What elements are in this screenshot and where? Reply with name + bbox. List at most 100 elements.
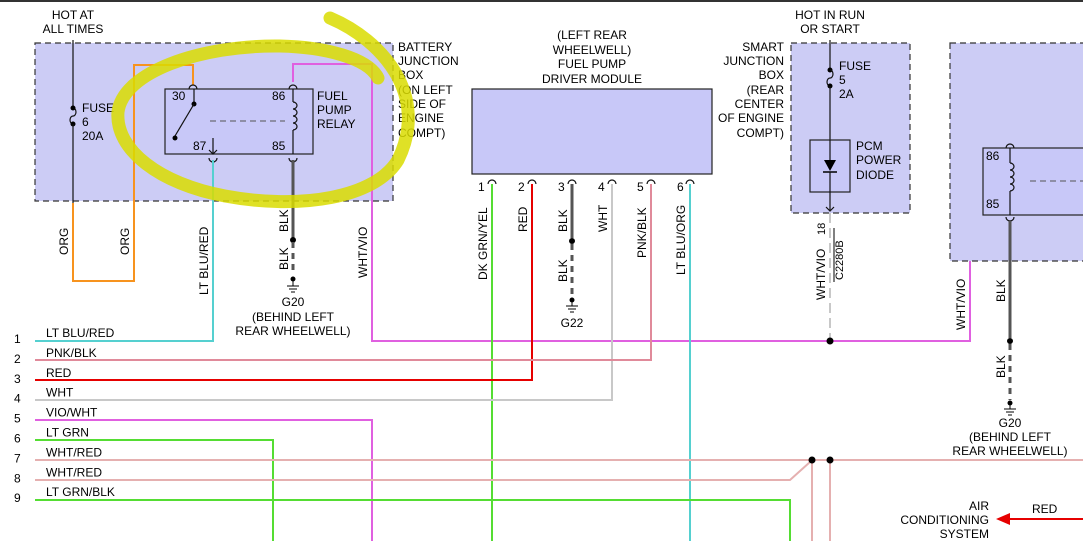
wht-label: WHT xyxy=(596,204,610,232)
svg-text:5: 5 xyxy=(839,73,846,87)
ground-g20-left xyxy=(287,276,299,293)
wht-red-wire-8 xyxy=(35,461,811,481)
relay-pin-87: 87 xyxy=(193,139,207,153)
svg-text:HOT IN RUN: HOT IN RUN xyxy=(795,8,865,22)
harness-line-number: 3 xyxy=(14,372,21,386)
right-blk-label-bottom: BLK xyxy=(994,355,1008,378)
ground-g22 xyxy=(566,297,578,313)
harness-line-name: WHT/RED xyxy=(46,465,102,479)
wht-vio-splice xyxy=(826,337,834,345)
svg-text:BOX: BOX xyxy=(759,68,784,82)
svg-text:OR START: OR START xyxy=(800,22,860,36)
harness-line-name: LT BLU/RED xyxy=(46,326,115,340)
relay-blk-label-bottom: BLK xyxy=(277,247,291,270)
harness-line-name: WHT/RED xyxy=(46,445,102,459)
relay-switch-contact xyxy=(172,135,178,141)
relay-pin-30: 30 xyxy=(172,89,186,103)
harness-line-name: WHT xyxy=(46,386,74,400)
svg-text:POWER: POWER xyxy=(856,153,902,167)
right-blk-splice xyxy=(1007,338,1013,344)
wht-vio-label-left: WHT/VIO xyxy=(356,227,370,278)
svg-text:SMART: SMART xyxy=(742,40,784,54)
harness-line-number: 5 xyxy=(14,412,21,426)
lt-blu-org-label: LT BLU/ORG xyxy=(674,205,688,275)
svg-text:AIR: AIR xyxy=(969,499,989,513)
svg-text:PUMP: PUMP xyxy=(317,103,352,117)
svg-text:6: 6 xyxy=(677,180,684,194)
harness-legend: 1 LT BLU/RED 2 PNK/BLK 3 RED 4 WHT 5 VIO/WHT 6 LT G… xyxy=(14,326,115,505)
wht-red-splice-2 xyxy=(826,456,834,464)
org-label-left: ORG xyxy=(57,228,71,255)
harness-line-number: 2 xyxy=(14,352,21,366)
svg-text:FUEL: FUEL xyxy=(317,89,348,103)
svg-text:3: 3 xyxy=(558,180,565,194)
harness-line-number: 1 xyxy=(14,332,21,346)
wht-red-splice-1 xyxy=(808,456,816,464)
relay-pin-85: 85 xyxy=(272,139,286,153)
pin18-label: 18 xyxy=(816,223,828,235)
relay-blk-label-top: BLK xyxy=(277,209,291,232)
fuel-pump-wiring-diagram: HOT AT ALL TIMES BATTERY JUNCTION BOX (O… xyxy=(0,0,1083,541)
right-blk-label-top: BLK xyxy=(994,279,1008,302)
hot-in-run-label: HOT IN RUN OR START xyxy=(795,8,865,36)
harness-line-number: 8 xyxy=(14,471,21,485)
fpdm-title: (LEFT REAR WHEELWELL) FUEL PUMP DRIVER M… xyxy=(542,28,642,86)
dk-grn-yel-label: DK GRN/YEL xyxy=(476,207,490,280)
fuse6-top-node xyxy=(70,105,76,111)
harness-line-name: VIO/WHT xyxy=(46,406,98,420)
connector-label: C2280B xyxy=(834,240,846,280)
harness-line-number: 6 xyxy=(14,432,21,446)
svg-text:2: 2 xyxy=(518,180,525,194)
wht-vio-label-right: WHT/VIO xyxy=(954,279,968,330)
harness-line-name: LT GRN/BLK xyxy=(46,485,115,499)
svg-text:JUNCTION: JUNCTION xyxy=(723,54,784,68)
svg-text:(REAR: (REAR xyxy=(747,83,785,97)
g22-blk-label: BLK xyxy=(556,259,570,282)
hot-at-all-times-label: HOT AT ALL TIMES xyxy=(43,8,104,36)
g20-label-left: G20 xyxy=(282,295,305,309)
svg-text:5: 5 xyxy=(637,180,644,194)
svg-text:ALL TIMES: ALL TIMES xyxy=(43,22,104,36)
right-relay-pin-85: 85 xyxy=(986,197,1000,211)
org-label-right: ORG xyxy=(118,228,132,255)
air-conditioning-label: AIR CONDITIONING SYSTEM xyxy=(900,499,989,541)
svg-text:DRIVER MODULE: DRIVER MODULE xyxy=(542,72,642,86)
ac-red-label: RED xyxy=(1032,502,1058,516)
svg-text:2A: 2A xyxy=(839,87,854,101)
svg-text:COMPT): COMPT) xyxy=(737,126,784,140)
rear-wheelwell-label: REAR WHEELWELL) xyxy=(235,324,350,338)
pnk-blk-label: PNK/BLK xyxy=(635,207,649,258)
fuel-pump-relay xyxy=(164,88,314,155)
svg-text:FUSE: FUSE xyxy=(839,59,871,73)
svg-text:JUNCTION: JUNCTION xyxy=(398,54,459,68)
fpdm-pins: 1 2 3 4 5 6 xyxy=(478,179,695,194)
ground-g20-right xyxy=(1004,400,1016,416)
harness-line-name: PNK/BLK xyxy=(46,346,97,360)
lt-blu-red-label: LT BLU/RED xyxy=(197,226,211,295)
wht-vio-label-mid: WHT/VIO xyxy=(814,249,828,300)
svg-text:6: 6 xyxy=(82,115,89,129)
harness-line-name: LT GRN xyxy=(46,426,89,440)
svg-text:OF ENGINE: OF ENGINE xyxy=(718,111,784,125)
svg-text:4: 4 xyxy=(598,180,605,194)
smart-junction-box-label: SMART JUNCTION BOX (REAR CENTER OF ENGIN… xyxy=(718,40,785,140)
svg-text:SYSTEM: SYSTEM xyxy=(940,527,989,541)
fpdm-blk-splice xyxy=(569,238,575,244)
rear-wheelwell-label-right: REAR WHEELWELL) xyxy=(952,444,1067,458)
svg-text:1: 1 xyxy=(478,180,485,194)
right-relay-pin-86: 86 xyxy=(986,149,1000,163)
svg-text:RELAY: RELAY xyxy=(317,117,355,131)
fpdm-blk-label: BLK xyxy=(556,209,570,232)
svg-text:PCM: PCM xyxy=(856,139,883,153)
svg-text:FUSE: FUSE xyxy=(82,101,114,115)
svg-text:WHEELWELL): WHEELWELL) xyxy=(553,43,631,57)
lt-grn-blk-wire xyxy=(35,499,791,541)
harness-line-number: 4 xyxy=(14,392,21,406)
harness-line-name: RED xyxy=(46,366,72,380)
svg-text:(LEFT REAR: (LEFT REAR xyxy=(557,28,627,42)
g20-label-right: G20 xyxy=(999,416,1022,430)
harness-line-number: 9 xyxy=(14,491,21,505)
harness-line-number: 7 xyxy=(14,451,21,465)
svg-text:CONDITIONING: CONDITIONING xyxy=(900,513,989,527)
svg-text:HOT AT: HOT AT xyxy=(52,8,95,22)
